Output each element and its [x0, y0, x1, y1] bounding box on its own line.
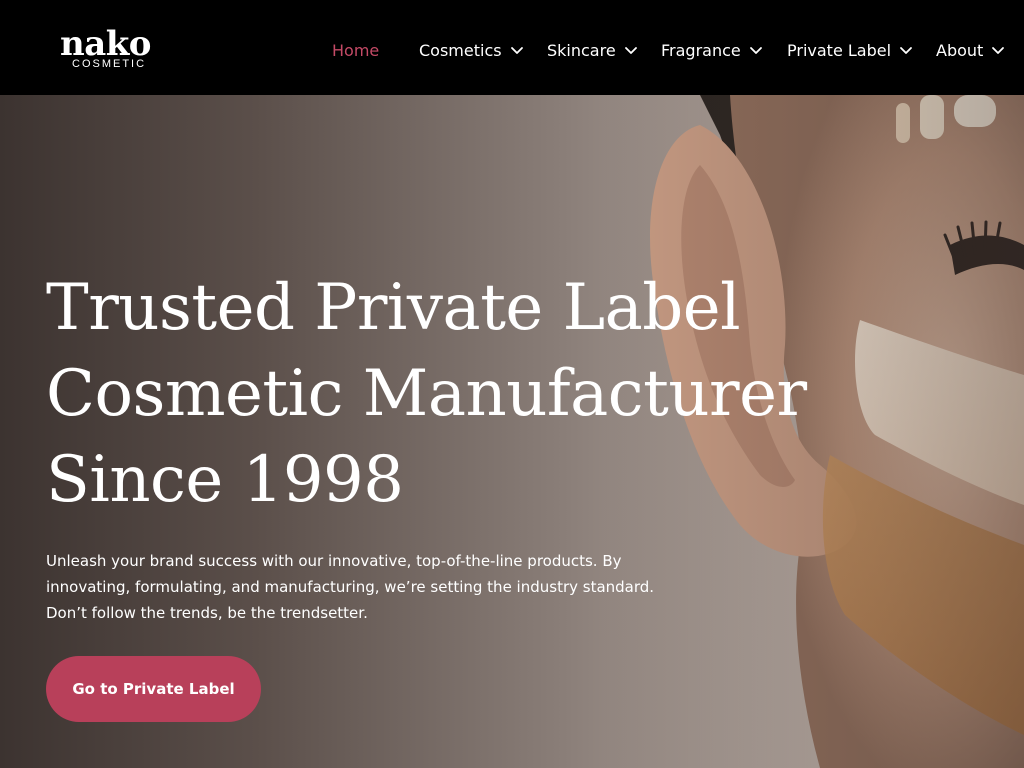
- page: nako COSMETIC Home Cosmetics Skincare Fr…: [0, 0, 1024, 768]
- hero-description-line: innovating, formulating, and manufacturi…: [46, 578, 655, 596]
- nav-item-fragrance[interactable]: Fragrance: [661, 38, 763, 62]
- site-header: nako COSMETIC Home Cosmetics Skincare Fr…: [0, 0, 1024, 95]
- nav-item-label: Private Label: [787, 40, 892, 60]
- chevron-down-icon: [510, 43, 524, 57]
- hero-description-line: Don’t follow the trends, be the trendset…: [46, 604, 368, 622]
- hero-title-line: Since 1998: [46, 443, 404, 517]
- nav-item-cosmetics[interactable]: Cosmetics: [419, 38, 524, 62]
- hero-title-line: Cosmetic Manufacturer: [46, 357, 807, 431]
- nav-item-private-label[interactable]: Private Label: [787, 38, 913, 62]
- main-nav: Home Cosmetics Skincare Fragrance Privat…: [0, 0, 1024, 95]
- nav-item-label: Cosmetics: [419, 40, 502, 60]
- chevron-down-icon: [899, 43, 913, 57]
- hero-description-line: Unleash your brand success with our inno…: [46, 552, 622, 570]
- chevron-down-icon: [749, 43, 763, 57]
- hero-title-line: Trusted Private Label: [46, 271, 741, 345]
- chevron-down-icon: [991, 43, 1005, 57]
- hero-title: Trusted Private Label Cosmetic Manufactu…: [46, 265, 826, 523]
- nav-item-label: About: [936, 40, 984, 60]
- nav-item-label: Home: [332, 40, 380, 60]
- nav-item-about[interactable]: About: [936, 38, 1005, 62]
- go-to-private-label-button[interactable]: Go to Private Label: [46, 656, 261, 722]
- nav-item-label: Fragrance: [661, 40, 741, 60]
- chevron-down-icon: [624, 43, 638, 57]
- nav-item-skincare[interactable]: Skincare: [547, 38, 638, 62]
- hero-section: Trusted Private Label Cosmetic Manufactu…: [0, 95, 1024, 768]
- nav-item-home[interactable]: Home: [332, 38, 379, 62]
- hero-description: Unleash your brand success with our inno…: [46, 548, 686, 626]
- nav-item-label: Skincare: [547, 40, 616, 60]
